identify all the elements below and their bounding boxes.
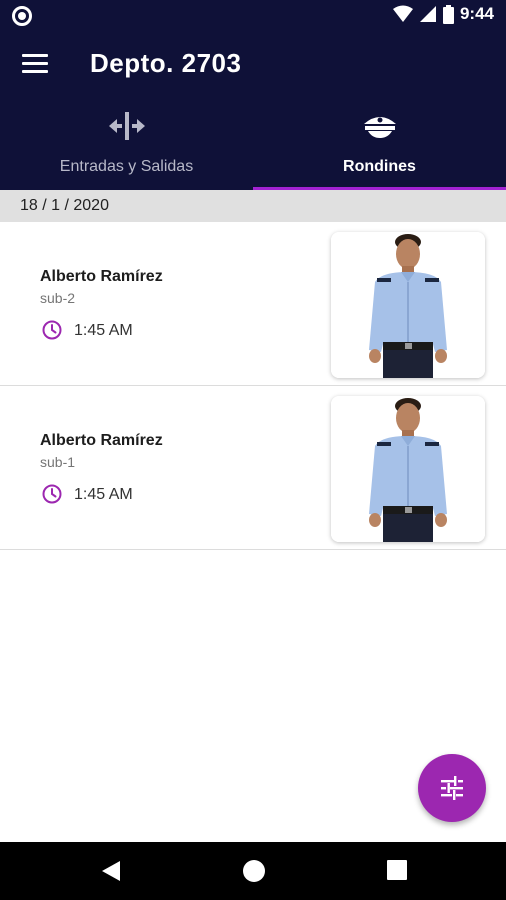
menu-icon[interactable] <box>22 54 48 76</box>
guard-name: Alberto Ramírez <box>40 268 163 285</box>
guard-sub: sub-2 <box>40 290 76 306</box>
recents-icon[interactable] <box>386 859 408 881</box>
round-time: 1:45 AM <box>74 322 133 339</box>
entries-exits-icon <box>108 112 145 140</box>
page-title: Depto. 2703 <box>90 48 242 78</box>
status-bar: 9:44 <box>0 0 506 32</box>
clock-text: 9:44 <box>459 4 494 23</box>
home-icon[interactable] <box>242 859 266 883</box>
filter-sliders-icon <box>441 776 463 800</box>
round-time: 1:45 AM <box>74 486 133 503</box>
tab-bar: Entradas y Salidas Rondines <box>0 98 506 190</box>
guard-name: Alberto Ramírez <box>40 432 163 449</box>
clock-icon <box>42 320 62 340</box>
guard-photo[interactable] <box>331 396 485 542</box>
clock-icon <box>42 484 62 504</box>
notification-icon <box>12 6 32 26</box>
app-bar: Depto. 2703 <box>0 32 506 98</box>
rounds-list: Alberto Ramírez sub-2 1:45 AM Alberto Ra… <box>0 222 506 550</box>
list-item[interactable]: Alberto Ramírez sub-2 1:45 AM <box>0 222 506 386</box>
filter-button[interactable] <box>418 754 486 822</box>
status-icons: 9:44 <box>392 4 494 24</box>
guard-cap-icon <box>363 117 396 138</box>
battery-icon <box>442 4 454 24</box>
guard-photo[interactable] <box>331 232 485 378</box>
signal-icon <box>419 6 436 22</box>
list-item[interactable]: Alberto Ramírez sub-1 1:45 AM <box>0 386 506 550</box>
back-icon[interactable] <box>100 859 122 883</box>
guard-sub: sub-1 <box>40 454 76 470</box>
date-header: 18 / 1 / 2020 <box>0 190 506 222</box>
tab-label: Entradas y Salidas <box>59 158 194 175</box>
date-text: 18 / 1 / 2020 <box>20 197 109 214</box>
tab-rondines[interactable]: Rondines <box>253 98 506 190</box>
system-nav-bar <box>0 842 506 900</box>
tab-entradas-y-salidas[interactable]: Entradas y Salidas <box>0 98 253 190</box>
wifi-icon <box>392 5 413 22</box>
tab-label: Rondines <box>343 158 416 175</box>
